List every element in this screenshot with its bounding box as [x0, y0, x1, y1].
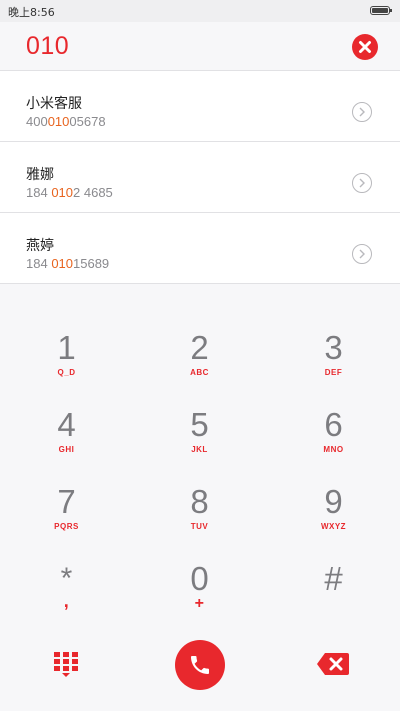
- backspace-x-icon: [317, 653, 349, 675]
- phone-handset-icon: [191, 656, 209, 674]
- status-time: 晚上8:56: [8, 6, 55, 19]
- dial-input-bar: 010: [0, 22, 400, 71]
- key-1[interactable]: 1 Q_D: [0, 310, 133, 387]
- chevron-right-circle-icon: [359, 178, 365, 188]
- call-button[interactable]: [175, 640, 225, 690]
- matched-digits: 010: [51, 256, 74, 271]
- chevron-right-circle-icon: [359, 249, 365, 259]
- contact-name: 燕婷: [26, 238, 54, 254]
- key-7[interactable]: 7 PQRS: [0, 464, 133, 541]
- key-9[interactable]: 9 WXYZ: [267, 464, 400, 541]
- key-6[interactable]: 6 MNO: [267, 387, 400, 464]
- backspace-button[interactable]: [316, 652, 350, 676]
- key-star[interactable]: * ,: [0, 541, 133, 618]
- key-2[interactable]: 2 ABC: [133, 310, 266, 387]
- contact-results-list: 小米客服 40001005678 雅娜 184 0102 4685 燕婷 184…: [0, 71, 400, 284]
- dial-keypad: 1 Q_D 2 ABC 3 DEF 4 GHI 5 JKL 6 MNO 7 PQ…: [0, 310, 400, 620]
- battery-icon: [370, 6, 392, 15]
- clear-input-button[interactable]: [352, 34, 378, 60]
- dialer-action-bar: [0, 630, 400, 700]
- contact-number: 184 01015689: [26, 256, 110, 271]
- key-5[interactable]: 5 JKL: [133, 387, 266, 464]
- key-0[interactable]: 0 +: [133, 541, 266, 618]
- keypad-toggle-button[interactable]: [54, 652, 78, 678]
- status-bar: 晚上8:56: [0, 0, 400, 22]
- contact-detail-button[interactable]: [352, 244, 372, 264]
- key-4[interactable]: 4 GHI: [0, 387, 133, 464]
- contact-row[interactable]: 燕婷 184 01015689: [0, 213, 400, 284]
- contact-detail-button[interactable]: [352, 173, 372, 193]
- key-8[interactable]: 8 TUV: [133, 464, 266, 541]
- contact-number: 184 0102 4685: [26, 185, 113, 200]
- matched-digits: 010: [51, 185, 74, 200]
- contact-name: 雅娜: [26, 167, 54, 183]
- contact-name: 小米客服: [26, 96, 82, 112]
- clear-circle-x-icon: [359, 41, 371, 53]
- chevron-right-circle-icon: [359, 107, 365, 117]
- dialpad-grid-icon: [54, 652, 78, 677]
- contact-number: 40001005678: [26, 114, 106, 129]
- dial-input-field[interactable]: 010: [26, 32, 69, 61]
- key-hash[interactable]: #: [267, 541, 400, 618]
- contact-row[interactable]: 小米客服 40001005678: [0, 71, 400, 142]
- contact-row[interactable]: 雅娜 184 0102 4685: [0, 142, 400, 213]
- contact-detail-button[interactable]: [352, 102, 372, 122]
- matched-digits: 010: [47, 114, 70, 129]
- key-3[interactable]: 3 DEF: [267, 310, 400, 387]
